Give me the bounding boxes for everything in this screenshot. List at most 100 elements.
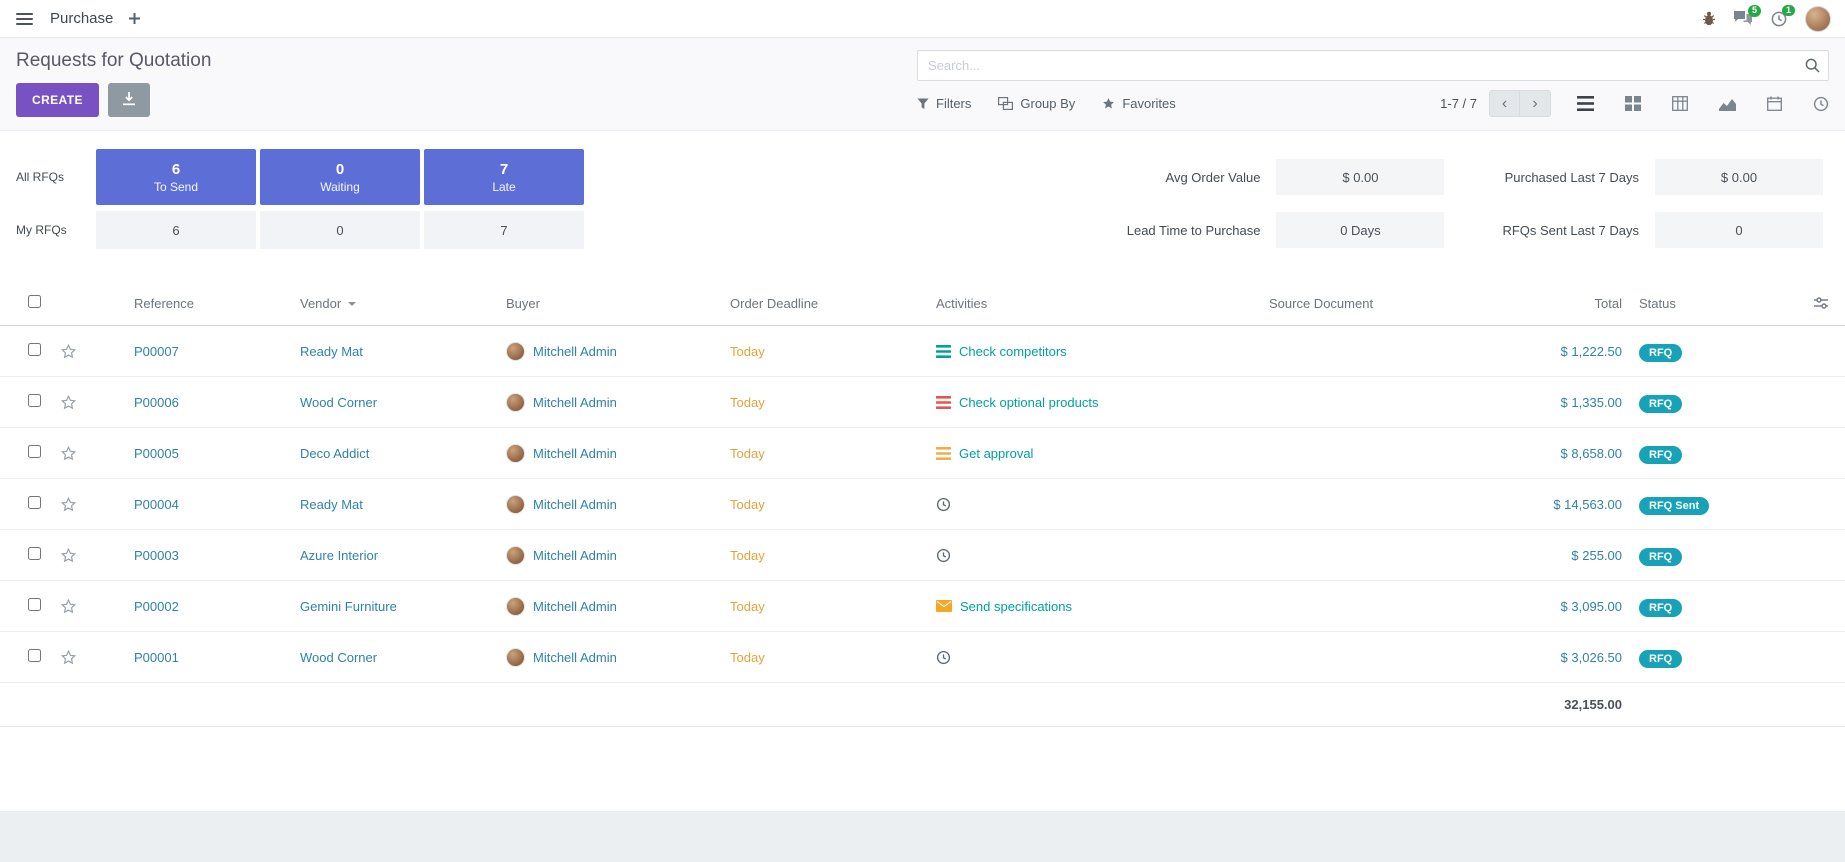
table-row[interactable]: P00004 Ready Mat Mitchell Admin Today $ … [0, 479, 1845, 530]
activity-cell[interactable] [936, 548, 1269, 563]
buyer-cell[interactable]: Mitchell Admin [506, 342, 730, 361]
activity-cell[interactable] [936, 650, 1269, 665]
favorite-star-icon[interactable] [60, 445, 108, 462]
buyer-cell[interactable]: Mitchell Admin [506, 648, 730, 667]
activities-badge: 1 [1782, 5, 1795, 17]
reference-link[interactable]: P00002 [108, 599, 300, 614]
apps-menu-icon[interactable] [14, 9, 35, 29]
row-checkbox[interactable] [28, 598, 41, 611]
purchased-7d-value[interactable]: $ 0.00 [1655, 159, 1823, 195]
vendor-link[interactable]: Wood Corner [300, 395, 506, 410]
late-button[interactable]: 7 Late [424, 149, 584, 205]
activity-cell[interactable]: Get approval [936, 446, 1269, 461]
favorite-star-icon[interactable] [60, 343, 108, 360]
reference-link[interactable]: P00001 [108, 650, 300, 665]
favorite-star-icon[interactable] [60, 547, 108, 564]
optional-columns-icon[interactable] [1760, 295, 1829, 311]
pivot-view-icon[interactable] [1672, 96, 1688, 111]
graph-view-icon[interactable] [1719, 96, 1736, 111]
reference-link[interactable]: P00007 [108, 344, 300, 359]
my-to-send-button[interactable]: 6 [96, 211, 256, 249]
favorite-star-icon[interactable] [60, 496, 108, 513]
activity-cell[interactable]: Send specifications [936, 599, 1269, 614]
status-cell: RFQ Sent [1626, 497, 1760, 512]
table-row[interactable]: P00005 Deco Addict Mitchell Admin Today … [0, 428, 1845, 479]
activity-view-icon[interactable] [1813, 96, 1829, 112]
vendor-link[interactable]: Deco Addict [300, 446, 506, 461]
table-row[interactable]: P00003 Azure Interior Mitchell Admin Tod… [0, 530, 1845, 581]
kanban-view-icon[interactable] [1625, 96, 1641, 111]
vendor-link[interactable]: Ready Mat [300, 344, 506, 359]
buyer-cell[interactable]: Mitchell Admin [506, 546, 730, 565]
buyer-cell[interactable]: Mitchell Admin [506, 495, 730, 514]
buyer-avatar [506, 546, 525, 565]
avg-order-value-label: Avg Order Value [1127, 170, 1261, 185]
vendor-link[interactable]: Wood Corner [300, 650, 506, 665]
export-button[interactable] [108, 83, 150, 117]
activity-cell[interactable]: Check optional products [936, 395, 1269, 410]
row-select-cell [16, 598, 60, 614]
favorite-star-icon[interactable] [60, 598, 108, 615]
buyer-cell[interactable]: Mitchell Admin [506, 597, 730, 616]
row-checkbox[interactable] [28, 343, 41, 356]
filters-button[interactable]: Filters [917, 96, 971, 111]
waiting-button[interactable]: 0 Waiting [260, 149, 420, 205]
vendor-link[interactable]: Gemini Furniture [300, 599, 506, 614]
lead-time-value[interactable]: 0 Days [1276, 212, 1444, 248]
create-button[interactable]: CREATE [16, 83, 99, 117]
reference-link[interactable]: P00003 [108, 548, 300, 563]
column-total[interactable]: Total [1450, 296, 1626, 311]
calendar-view-icon[interactable] [1767, 96, 1782, 111]
row-checkbox[interactable] [28, 547, 41, 560]
row-checkbox[interactable] [28, 649, 41, 662]
select-all-checkbox[interactable] [28, 295, 41, 308]
pager-previous-button[interactable]: ‹ [1489, 90, 1520, 117]
row-checkbox[interactable] [28, 445, 41, 458]
row-select-cell [16, 649, 60, 665]
favorite-star-icon[interactable] [60, 649, 108, 666]
user-avatar[interactable] [1805, 6, 1831, 32]
reference-link[interactable]: P00004 [108, 497, 300, 512]
column-status[interactable]: Status [1626, 296, 1760, 311]
column-source-document[interactable]: Source Document [1269, 296, 1450, 311]
all-rfqs-label: All RFQs [16, 170, 92, 184]
group-by-button[interactable]: Group By [998, 96, 1075, 111]
avg-order-value[interactable]: $ 0.00 [1276, 159, 1444, 195]
buyer-name: Mitchell Admin [533, 344, 617, 359]
table-row[interactable]: P00006 Wood Corner Mitchell Admin Today … [0, 377, 1845, 428]
my-late-button[interactable]: 7 [424, 211, 584, 249]
buyer-cell[interactable]: Mitchell Admin [506, 444, 730, 463]
activity-cell[interactable] [936, 497, 1269, 512]
activities-icon[interactable]: 1 [1771, 11, 1787, 27]
search-input[interactable] [917, 50, 1829, 81]
reference-link[interactable]: P00006 [108, 395, 300, 410]
activity-cell[interactable]: Check competitors [936, 344, 1269, 359]
column-buyer[interactable]: Buyer [506, 296, 730, 311]
buyer-cell[interactable]: Mitchell Admin [506, 393, 730, 412]
row-checkbox[interactable] [28, 394, 41, 407]
pager-next-button[interactable]: › [1520, 90, 1551, 117]
column-reference[interactable]: Reference [108, 296, 300, 311]
to-send-button[interactable]: 6 To Send [96, 149, 256, 205]
table-row[interactable]: P00007 Ready Mat Mitchell Admin Today Ch… [0, 326, 1845, 377]
table-row[interactable]: P00002 Gemini Furniture Mitchell Admin T… [0, 581, 1845, 632]
reference-link[interactable]: P00005 [108, 446, 300, 461]
app-name[interactable]: Purchase [50, 10, 113, 27]
vendor-link[interactable]: Ready Mat [300, 497, 506, 512]
table-row[interactable]: P00001 Wood Corner Mitchell Admin Today … [0, 632, 1845, 683]
rfqs-sent-7d-value[interactable]: 0 [1655, 212, 1823, 248]
status-badge: RFQ Sent [1639, 497, 1709, 515]
vendor-link[interactable]: Azure Interior [300, 548, 506, 563]
bug-icon[interactable] [1702, 11, 1716, 26]
my-waiting-button[interactable]: 0 [260, 211, 420, 249]
list-view-icon[interactable] [1577, 96, 1594, 111]
favorites-button[interactable]: Favorites [1102, 96, 1175, 111]
column-order-deadline[interactable]: Order Deadline [730, 296, 936, 311]
plus-icon[interactable] [128, 12, 141, 25]
row-checkbox[interactable] [28, 496, 41, 509]
favorite-star-icon[interactable] [60, 394, 108, 411]
search-icon[interactable] [1805, 58, 1820, 76]
column-activities[interactable]: Activities [936, 296, 1269, 311]
messages-icon[interactable]: 5 [1734, 11, 1753, 26]
column-vendor[interactable]: Vendor [300, 296, 506, 311]
